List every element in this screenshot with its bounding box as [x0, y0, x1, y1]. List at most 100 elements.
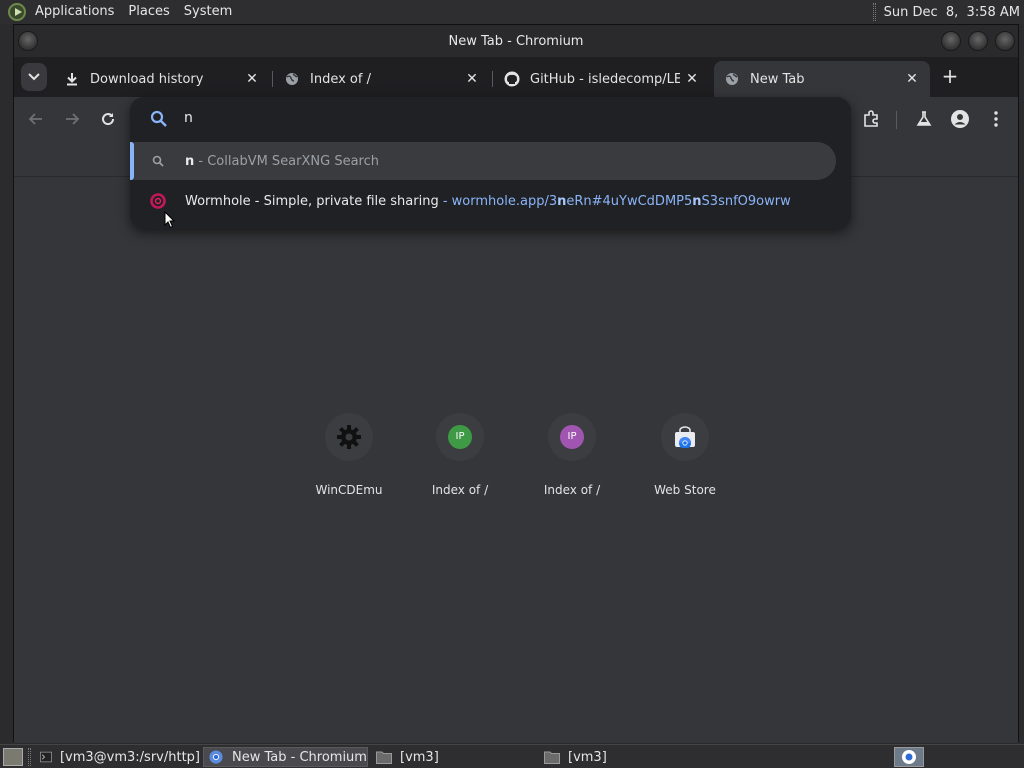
chromium-icon — [209, 750, 223, 764]
suggestion-title: Wormhole - Simple, private file sharing — [185, 193, 439, 209]
maximize-button[interactable] — [968, 31, 988, 51]
tab-download-history[interactable]: Download history ✕ — [54, 61, 270, 97]
applications-menu[interactable]: Applications — [28, 0, 121, 24]
task-folder-1[interactable]: [vm3] — [372, 747, 536, 767]
clock[interactable]: Sun Dec 8, 3:58 AM — [884, 5, 1020, 20]
tab-search-button[interactable] — [21, 63, 47, 91]
wormhole-icon — [150, 193, 166, 209]
shortcut-icon-bg: IP — [436, 413, 484, 461]
new-tab-button[interactable]: + — [938, 65, 962, 89]
toolbar-divider — [896, 111, 897, 129]
github-icon — [504, 71, 520, 87]
shortcut-title: Web Store — [654, 483, 716, 497]
close-icon[interactable]: ✕ — [684, 71, 700, 87]
task-folder-2[interactable]: [vm3] — [540, 747, 704, 767]
suggestion-text: n - CollabVM SearXNG Search — [185, 154, 379, 169]
system-menu[interactable]: System — [177, 0, 239, 24]
mouse-cursor-icon — [164, 211, 176, 229]
new-tab-page: WinCDEmu IP Index of / IP Index of / Web… — [14, 177, 1018, 743]
workspace-switcher[interactable] — [894, 747, 924, 767]
task-label: [vm3] — [568, 749, 607, 765]
omnibox-input[interactable]: n — [184, 110, 193, 126]
tab-new-tab[interactable]: New Tab ✕ — [714, 61, 930, 97]
folder-icon — [376, 751, 392, 764]
puzzle-icon — [864, 110, 878, 127]
shortcut-icon-bg — [325, 413, 373, 461]
window-menu-button[interactable] — [18, 31, 38, 51]
shortcut-wincdemu[interactable]: WinCDEmu — [293, 413, 405, 497]
globe-icon — [284, 71, 300, 87]
more-vert-icon — [994, 111, 998, 127]
shortcut-icon-bg — [661, 413, 709, 461]
taskbar: [vm3@vm3:/srv/http] New Tab - Chromium [… — [0, 744, 1024, 768]
task-label: New Tab - Chromium — [232, 749, 367, 765]
tab-github[interactable]: GitHub - isledecomp/LEG ✕ — [494, 61, 710, 97]
chromium-icon — [902, 750, 916, 764]
arrow-right-icon — [66, 113, 80, 125]
forward-button[interactable] — [62, 109, 82, 129]
flask-icon — [916, 111, 932, 126]
tab-title: Download history — [90, 71, 204, 87]
minimize-button[interactable] — [941, 31, 961, 51]
chevron-down-icon — [28, 73, 40, 81]
globe-icon — [724, 71, 740, 87]
tab-divider — [492, 71, 493, 87]
shortcut-title: Index of / — [543, 483, 601, 497]
suggestion-text: Wormhole - Simple, private file sharing … — [185, 194, 791, 209]
tab-strip: Download history ✕ Index of / ✕ GitHub -… — [14, 57, 1018, 97]
search-icon — [150, 110, 167, 127]
window-title: New Tab - Chromium — [448, 33, 584, 49]
selection-indicator — [130, 142, 134, 180]
web-store-icon — [675, 426, 695, 448]
menu-button[interactable] — [986, 109, 1006, 129]
shortcut-web-store[interactable]: Web Store — [629, 413, 741, 497]
browser-window: New Tab - Chromium Download history ✕ In… — [13, 24, 1019, 743]
extensions-button[interactable] — [861, 109, 881, 129]
tab-title: New Tab — [750, 71, 805, 87]
task-chromium[interactable]: New Tab - Chromium — [203, 747, 368, 767]
taskbar-separator — [28, 748, 31, 766]
shortcut-index-of-2[interactable]: IP Index of / — [516, 413, 628, 497]
shortcut-title: Index of / — [431, 483, 489, 497]
suggestion-rest: - CollabVM SearXNG Search — [194, 153, 379, 169]
shortcut-index-of-1[interactable]: IP Index of / — [404, 413, 516, 497]
panel-separator — [872, 3, 876, 21]
back-button[interactable] — [26, 109, 46, 129]
reload-button[interactable] — [98, 109, 118, 129]
avatar-icon — [951, 110, 969, 128]
shortcut-icon-bg: IP — [548, 413, 596, 461]
tab-index-of[interactable]: Index of / ✕ — [274, 61, 490, 97]
close-icon[interactable]: ✕ — [244, 71, 260, 87]
arrow-left-icon — [28, 113, 42, 125]
clock-area: Sun Dec 8, 3:58 AM — [872, 3, 1024, 21]
task-label: [vm3@vm3:/srv/http] — [59, 749, 200, 765]
labs-button[interactable] — [914, 109, 934, 129]
suggestion-match: n — [185, 153, 195, 169]
suggestion-url: - wormhole.app/3neRn#4uYwCdDMP5nS3snfO9o… — [438, 193, 791, 209]
top-panel: Applications Places System Sun Dec 8, 3:… — [0, 0, 1024, 24]
omnibox-input-row[interactable]: n — [130, 97, 851, 141]
shortcut-title: WinCDEmu — [315, 483, 383, 497]
profile-button[interactable] — [950, 109, 970, 129]
reload-icon — [102, 113, 115, 126]
gear-icon — [337, 425, 361, 449]
close-window-button[interactable] — [995, 31, 1015, 51]
task-terminal[interactable]: [vm3@vm3:/srv/http] — [36, 747, 200, 767]
titlebar[interactable]: New Tab - Chromium — [14, 25, 1018, 57]
terminal-icon — [40, 751, 52, 763]
suggestion-search[interactable]: n - CollabVM SearXNG Search — [130, 142, 836, 180]
letter-badge-icon: IP — [560, 425, 584, 449]
close-icon[interactable]: ✕ — [904, 71, 920, 87]
letter-badge-icon: IP — [448, 425, 472, 449]
tab-title: GitHub - isledecomp/LEG — [530, 71, 680, 87]
search-icon — [152, 155, 164, 167]
gnome-foot-icon[interactable] — [8, 3, 26, 21]
task-label: [vm3] — [400, 749, 439, 765]
places-menu[interactable]: Places — [121, 0, 176, 24]
omnibox-popup: n n - CollabVM SearXNG Search Wormhole -… — [130, 97, 851, 229]
tab-divider — [272, 71, 273, 87]
show-desktop-icon[interactable] — [3, 748, 23, 766]
suggestion-wormhole[interactable]: Wormhole - Simple, private file sharing … — [130, 182, 836, 220]
close-icon[interactable]: ✕ — [464, 71, 480, 87]
download-icon — [64, 71, 80, 87]
